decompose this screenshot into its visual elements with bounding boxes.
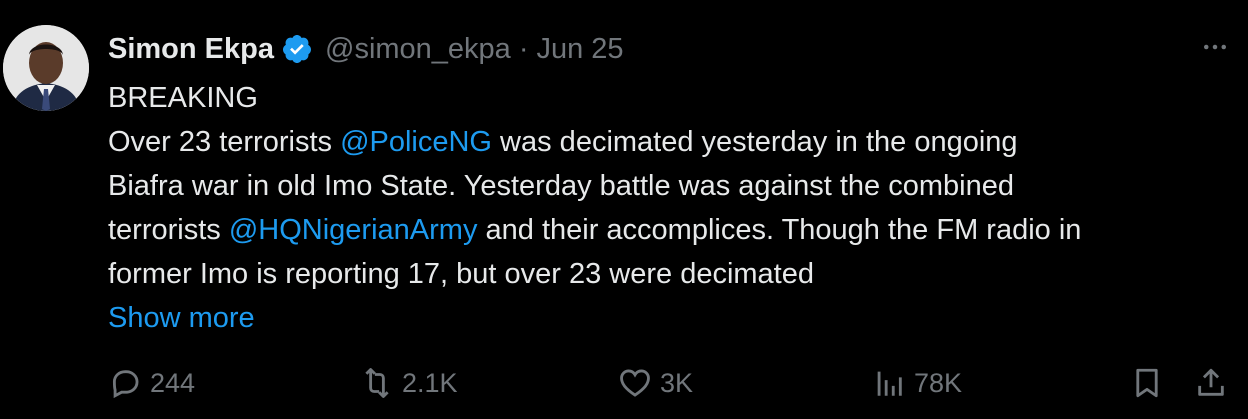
reply-count: 244 bbox=[150, 367, 196, 398]
text-line: terrorists @HQNigerianArmy and their acc… bbox=[108, 208, 1238, 252]
verified-badge-icon[interactable] bbox=[281, 33, 313, 65]
repost-count: 2.1K bbox=[402, 367, 458, 398]
reply-icon bbox=[112, 370, 139, 399]
separator-dot: · bbox=[518, 32, 529, 65]
author-name[interactable]: Simon Ekpa bbox=[108, 33, 274, 66]
repost-button[interactable]: 2.1K bbox=[360, 363, 458, 403]
text-line: former Imo is reporting 17, but over 23 … bbox=[108, 258, 814, 290]
more-horizontal-icon[interactable] bbox=[1198, 30, 1232, 64]
mention-link[interactable]: @PoliceNG bbox=[340, 126, 492, 158]
text-segment: and their accomplices. Though the FM rad… bbox=[477, 214, 1082, 246]
bookmark-icon bbox=[1136, 368, 1158, 398]
repost-icon bbox=[365, 368, 389, 398]
tweet-header: Simon Ekpa @simon_ekpa · Jun 25 bbox=[108, 29, 624, 69]
avatar[interactable] bbox=[3, 25, 89, 111]
text-line: Biafra war in old Imo State. Yesterday b… bbox=[108, 170, 1014, 202]
share-icon bbox=[1198, 368, 1224, 396]
tweet-date[interactable]: Jun 25 bbox=[536, 33, 623, 66]
avatar-image bbox=[3, 25, 89, 111]
like-count: 3K bbox=[660, 367, 694, 398]
bookmark-button[interactable] bbox=[1130, 363, 1164, 403]
views-button[interactable]: 78K bbox=[872, 363, 962, 403]
text-line: Over 23 terrorists @PoliceNG was decimat… bbox=[108, 120, 1238, 164]
like-button[interactable]: 3K bbox=[618, 363, 693, 403]
text-segment: was decimated yesterday in the ongoing bbox=[492, 126, 1018, 158]
heart-icon bbox=[620, 369, 650, 397]
text-line: BREAKING bbox=[108, 82, 258, 114]
tweet-text: BREAKING Over 23 terrorists @PoliceNG wa… bbox=[108, 76, 1238, 340]
action-bar: 244 2.1K 3K 78K bbox=[106, 363, 1236, 403]
show-more-link[interactable]: Show more bbox=[108, 296, 1238, 340]
reply-button[interactable]: 244 bbox=[108, 363, 195, 403]
views-chart-icon bbox=[877, 371, 902, 396]
tweet-card[interactable]: Simon Ekpa @simon_ekpa · Jun 25 BREAKING… bbox=[0, 0, 1248, 419]
author-handle[interactable]: @simon_ekpa bbox=[325, 33, 511, 66]
views-count: 78K bbox=[914, 367, 963, 398]
share-button[interactable] bbox=[1194, 363, 1228, 403]
text-segment: terrorists bbox=[108, 214, 229, 246]
mention-link[interactable]: @HQNigerianArmy bbox=[229, 214, 478, 246]
text-segment: Over 23 terrorists bbox=[108, 126, 341, 158]
